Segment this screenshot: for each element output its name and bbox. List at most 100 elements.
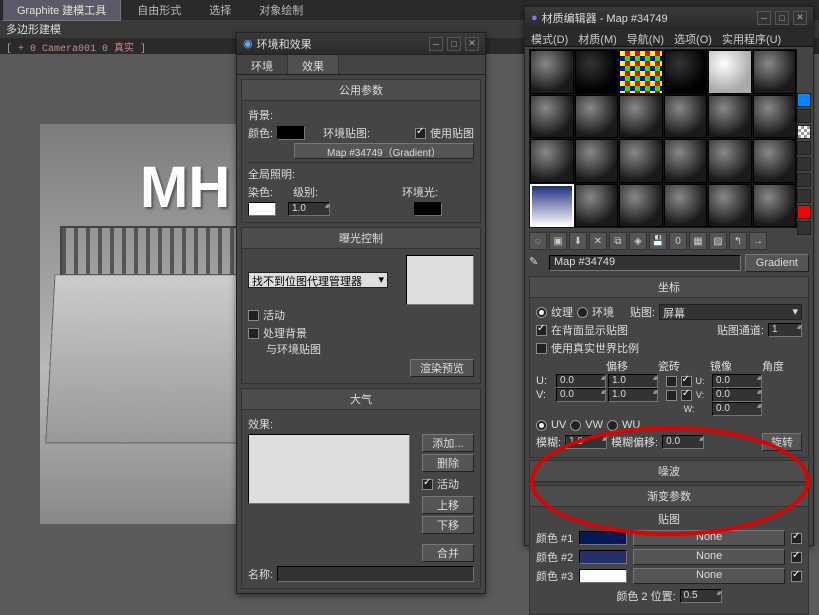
blur-offset-spinner[interactable]: 0.0 — [662, 435, 704, 449]
mat-slot[interactable] — [575, 139, 619, 183]
ribbon-item-select[interactable]: 选择 — [195, 0, 245, 20]
options-icon[interactable] — [797, 189, 811, 203]
menu-utilities[interactable]: 实用程序(U) — [722, 31, 781, 44]
color2-swatch[interactable] — [579, 550, 627, 564]
reset-icon[interactable]: ✕ — [589, 232, 607, 250]
mat-slot[interactable] — [708, 50, 752, 94]
w-angle[interactable]: 0.0 — [712, 402, 762, 416]
vw-radio[interactable] — [570, 420, 581, 431]
mat-slot[interactable] — [575, 184, 619, 228]
mat-slot[interactable] — [753, 95, 797, 139]
close-icon[interactable]: ✕ — [465, 37, 479, 51]
env-map-slot[interactable]: Map #34749（Gradient） — [294, 143, 474, 159]
color2-enable-chk[interactable] — [791, 552, 802, 563]
material-editor-dialog[interactable]: ● 材质编辑器 - Map #34749 ─ □ ✕ 模式(D) 材质(M) 导… — [524, 6, 814, 546]
make-unique-icon[interactable]: ◈ — [629, 232, 647, 250]
mat-slot[interactable] — [708, 184, 752, 228]
menu-options[interactable]: 选项(O) — [674, 31, 712, 44]
mat-maximize-icon[interactable]: □ — [775, 11, 789, 25]
type-button[interactable]: Gradient — [745, 254, 809, 272]
fx-merge-button[interactable]: 合并 — [422, 544, 474, 562]
gradient-params-header[interactable]: 渐变参数 — [530, 486, 808, 507]
color1-map-button[interactable]: None — [633, 530, 785, 546]
menu-material[interactable]: 材质(M) — [578, 31, 617, 44]
ribbon-tool[interactable]: Graphite 建模工具 — [2, 0, 121, 21]
color1-swatch[interactable] — [579, 531, 627, 545]
exposure-dropdown[interactable]: 找不到位图代理管理器 — [248, 272, 388, 288]
v-tile[interactable]: 1.0 — [608, 388, 658, 402]
mat-slot[interactable] — [575, 95, 619, 139]
get-material-icon[interactable]: ◌ — [529, 232, 547, 250]
maximize-icon[interactable]: □ — [447, 37, 461, 51]
assign-icon[interactable]: ⬇ — [569, 232, 587, 250]
mat-slot[interactable] — [664, 95, 708, 139]
fx-down-button[interactable]: 下移 — [422, 516, 474, 534]
mat-slot[interactable] — [575, 50, 619, 94]
mat-slot[interactable] — [530, 95, 574, 139]
sample-type-icon[interactable] — [797, 93, 811, 107]
copy-icon[interactable]: ⧉ — [609, 232, 627, 250]
color3-enable-chk[interactable] — [791, 571, 802, 582]
show-end-icon[interactable]: ▨ — [709, 232, 727, 250]
tab-environment[interactable]: 环境 — [237, 55, 288, 74]
color1-enable-chk[interactable] — [791, 533, 802, 544]
use-map-checkbox[interactable] — [415, 128, 426, 139]
u-tile[interactable]: 1.0 — [608, 374, 658, 388]
real-world-chk[interactable] — [536, 343, 547, 354]
exposure-active-chk[interactable] — [248, 310, 259, 321]
mat-close-icon[interactable]: ✕ — [793, 11, 807, 25]
environment-dialog[interactable]: ◉ 环境和效果 ─ □ ✕ 环境 效果 公用参数 背景: 颜色: 环境贴图: 使… — [236, 32, 486, 594]
tab-effects[interactable]: 效果 — [288, 55, 339, 74]
put-to-scene-icon[interactable]: ▣ — [549, 232, 567, 250]
color3-map-button[interactable]: None — [633, 568, 785, 584]
level-spinner[interactable]: 1.0 — [288, 202, 330, 216]
mat-slot[interactable] — [664, 50, 708, 94]
mat-slot[interactable] — [753, 139, 797, 183]
panel-exposure-header[interactable]: 曝光控制 — [242, 228, 480, 249]
fx-up-button[interactable]: 上移 — [422, 496, 474, 514]
material-map-nav-icon[interactable] — [797, 221, 811, 235]
coords-header[interactable]: 坐标 — [530, 277, 808, 298]
show-back-chk[interactable] — [536, 325, 547, 336]
mat-slot[interactable] — [619, 50, 663, 94]
bg-color-swatch[interactable] — [277, 126, 305, 140]
uv-radio[interactable] — [536, 420, 547, 431]
menu-mode[interactable]: 模式(D) — [531, 31, 568, 44]
mat-id-icon[interactable]: 0 — [669, 232, 687, 250]
noise-header[interactable]: 噪波 — [530, 461, 808, 482]
mat-slot[interactable] — [753, 50, 797, 94]
map-name-field[interactable]: Map #34749 — [549, 255, 741, 271]
mat-slot[interactable] — [664, 139, 708, 183]
select-by-material-icon[interactable] — [797, 205, 811, 219]
u-angle[interactable]: 0.0 — [712, 374, 762, 388]
env-titlebar[interactable]: ◉ 环境和效果 ─ □ ✕ — [237, 33, 485, 55]
fx-delete-button[interactable]: 删除 — [422, 454, 474, 472]
mat-slot-selected[interactable] — [530, 184, 574, 228]
background-icon[interactable] — [797, 125, 811, 139]
u-mirror-chk[interactable] — [666, 376, 677, 387]
sample-uv-icon[interactable] — [797, 141, 811, 155]
blur-spinner[interactable]: 1.0 — [565, 435, 607, 449]
menu-nav[interactable]: 导航(N) — [627, 31, 664, 44]
panel-atmos-header[interactable]: 大气 — [242, 389, 480, 410]
minimize-icon[interactable]: ─ — [429, 37, 443, 51]
mat-slot[interactable] — [619, 95, 663, 139]
v-angle[interactable]: 0.0 — [712, 388, 762, 402]
mat-slot[interactable] — [664, 184, 708, 228]
pos2-spinner[interactable]: 0.5 — [680, 589, 722, 603]
ribbon-item-paint[interactable]: 对象绘制 — [245, 0, 317, 20]
mat-slot[interactable] — [708, 139, 752, 183]
process-bg-chk[interactable] — [248, 328, 259, 339]
ambient-swatch[interactable] — [414, 202, 442, 216]
put-to-library-icon[interactable]: 💾 — [649, 232, 667, 250]
v-offset[interactable]: 0.0 — [556, 388, 606, 402]
panel-common-header[interactable]: 公用参数 — [242, 80, 480, 101]
make-preview-icon[interactable] — [797, 173, 811, 187]
u-offset[interactable]: 0.0 — [556, 374, 606, 388]
env-radio[interactable] — [577, 307, 588, 318]
go-parent-icon[interactable]: ↰ — [729, 232, 747, 250]
show-in-vp-icon[interactable]: ▦ — [689, 232, 707, 250]
mat-titlebar[interactable]: ● 材质编辑器 - Map #34749 ─ □ ✕ — [525, 7, 813, 29]
mat-slot[interactable] — [619, 139, 663, 183]
fx-active-chk[interactable] — [422, 479, 433, 490]
